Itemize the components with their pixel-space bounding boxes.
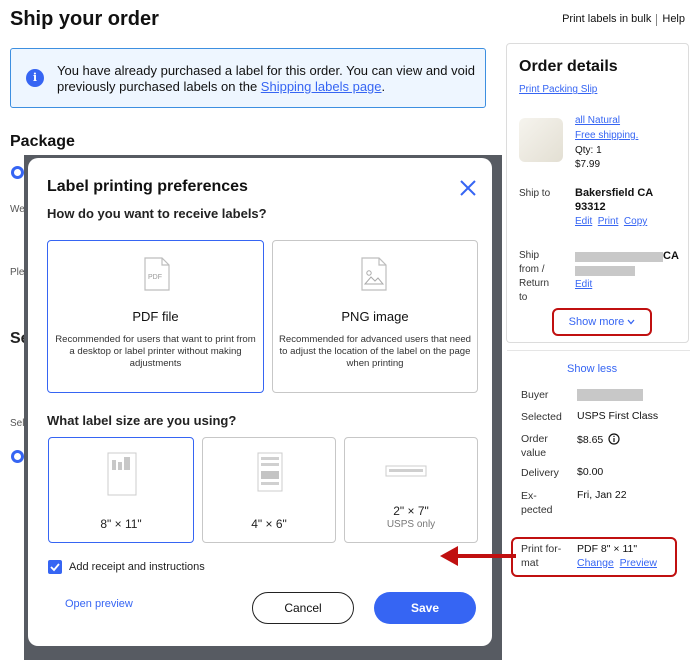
png-format-name: PNG image (341, 309, 409, 324)
bg-fragment-sel: Sel (10, 418, 25, 429)
ship-to-print-link[interactable]: Print (598, 216, 619, 227)
order-details-title: Order details (519, 58, 618, 75)
item-thumbnail (519, 118, 563, 162)
checkmark-icon (50, 563, 60, 572)
size-label-8x11: 8" × 11" (100, 517, 142, 531)
info-banner-text: You have already purchased a label for t… (57, 63, 475, 94)
order-value: $8.65 (577, 433, 620, 446)
expected-label: Ex- pected (521, 490, 553, 516)
order-value-label: Order value (521, 433, 548, 459)
size-card-2x7[interactable]: 2" × 7" USPS only (344, 437, 478, 543)
item-price: $7.99 (575, 159, 601, 170)
size-card-4x6[interactable]: 4" × 6" (202, 437, 336, 543)
expected-value: Fri, Jan 22 (577, 489, 627, 501)
change-format-link[interactable]: Change (577, 557, 614, 569)
label-2x7-icon (385, 464, 427, 482)
pdf-file-icon: PDF (144, 257, 170, 296)
redacted-address-line (575, 266, 635, 276)
top-links: Print labels in bulk Help (557, 13, 690, 26)
info-banner: i You have already purchased a label for… (10, 48, 486, 108)
ship-to-actions: Edit Print Copy (575, 216, 647, 227)
pdf-format-card[interactable]: PDF PDF file Recommended for users that … (47, 240, 264, 393)
ship-from-label: Ship from / Return to (519, 250, 550, 303)
show-less-link[interactable]: Show less (567, 363, 617, 375)
size-question: What label size are you using? (47, 413, 237, 428)
pdf-format-name: PDF file (132, 309, 179, 324)
receipt-checkbox-label: Add receipt and instructions (69, 561, 205, 573)
service-radio[interactable] (11, 450, 24, 463)
redacted-address-line (575, 252, 663, 262)
order-details-card: Order details Print Packing Slip all Nat… (506, 43, 689, 343)
close-icon[interactable] (458, 178, 478, 198)
item-qty: Qty: 1 (575, 145, 602, 156)
page-title: Ship your order (10, 8, 159, 30)
package-radio[interactable] (11, 166, 24, 179)
pdf-format-desc: Recommended for users that want to print… (55, 334, 256, 369)
ship-to-label: Ship to (519, 188, 551, 199)
size-sub-usps-only: USPS only (386, 519, 436, 530)
open-preview-link[interactable]: Open preview (65, 598, 133, 610)
print-format-actions: Change Preview (577, 557, 657, 569)
annotation-arrow-icon (440, 546, 516, 566)
chevron-down-icon (627, 319, 635, 325)
info-icon: i (26, 69, 44, 87)
shipping-labels-page-link[interactable]: Shipping labels page (261, 79, 382, 94)
item-name-link[interactable]: all Natural (575, 115, 620, 126)
label-4x6-icon (257, 452, 283, 497)
info-icon[interactable] (608, 433, 620, 445)
redacted-buyer (577, 389, 643, 401)
buyer-label: Buyer (521, 389, 549, 401)
size-label-4x6: 4" × 6" (251, 517, 287, 531)
ship-to-zip: 93312 (575, 201, 606, 213)
free-shipping-link[interactable]: Free shipping. (575, 130, 638, 141)
bg-fragment-ple: Ple (10, 267, 25, 278)
ship-to-edit-link[interactable]: Edit (575, 216, 592, 227)
print-format-value: PDF 8" × 11" (577, 543, 638, 555)
label-printing-dialog: Label printing preferences How do you wa… (28, 158, 492, 646)
help-link[interactable]: Help (657, 13, 690, 26)
image-file-icon (361, 257, 387, 296)
size-card-8x11[interactable]: 8" × 11" (48, 437, 194, 543)
receipt-checkbox[interactable] (48, 560, 62, 574)
print-format-label: Print for- mat (521, 543, 562, 569)
dialog-title: Label printing preferences (47, 178, 248, 195)
delivery-label: Delivery (521, 467, 559, 479)
size-label-2x7: 2" × 7" (393, 504, 429, 518)
bg-fragment-we: We (10, 204, 25, 215)
delivery-value: $0.00 (577, 466, 604, 478)
svg-text:PDF: PDF (148, 274, 162, 281)
print-packing-slip-link[interactable]: Print Packing Slip (519, 84, 597, 95)
ship-to-city: Bakersfield CA (575, 187, 654, 199)
png-format-desc: Recommended for advanced users that need… (279, 334, 471, 369)
show-more-button[interactable]: Show more (552, 308, 652, 336)
ship-from-state: CA (663, 250, 679, 262)
save-button[interactable]: Save (374, 592, 476, 624)
shipping-summary: Show less Buyer Selected USPS First Clas… (507, 350, 690, 585)
ship-to-copy-link[interactable]: Copy (624, 216, 647, 227)
preview-format-link[interactable]: Preview (620, 557, 657, 569)
letter-sheet-icon (107, 452, 137, 501)
print-labels-bulk-link[interactable]: Print labels in bulk (557, 13, 656, 26)
receive-question: How do you want to receive labels? (47, 206, 267, 221)
selected-label: Selected (521, 411, 562, 423)
png-format-card[interactable]: PNG image Recommended for advanced users… (272, 240, 478, 393)
cancel-button[interactable]: Cancel (252, 592, 354, 624)
selected-service: USPS First Class (577, 410, 659, 422)
package-section-title: Package (10, 133, 75, 150)
ship-from-edit-link[interactable]: Edit (575, 279, 592, 290)
